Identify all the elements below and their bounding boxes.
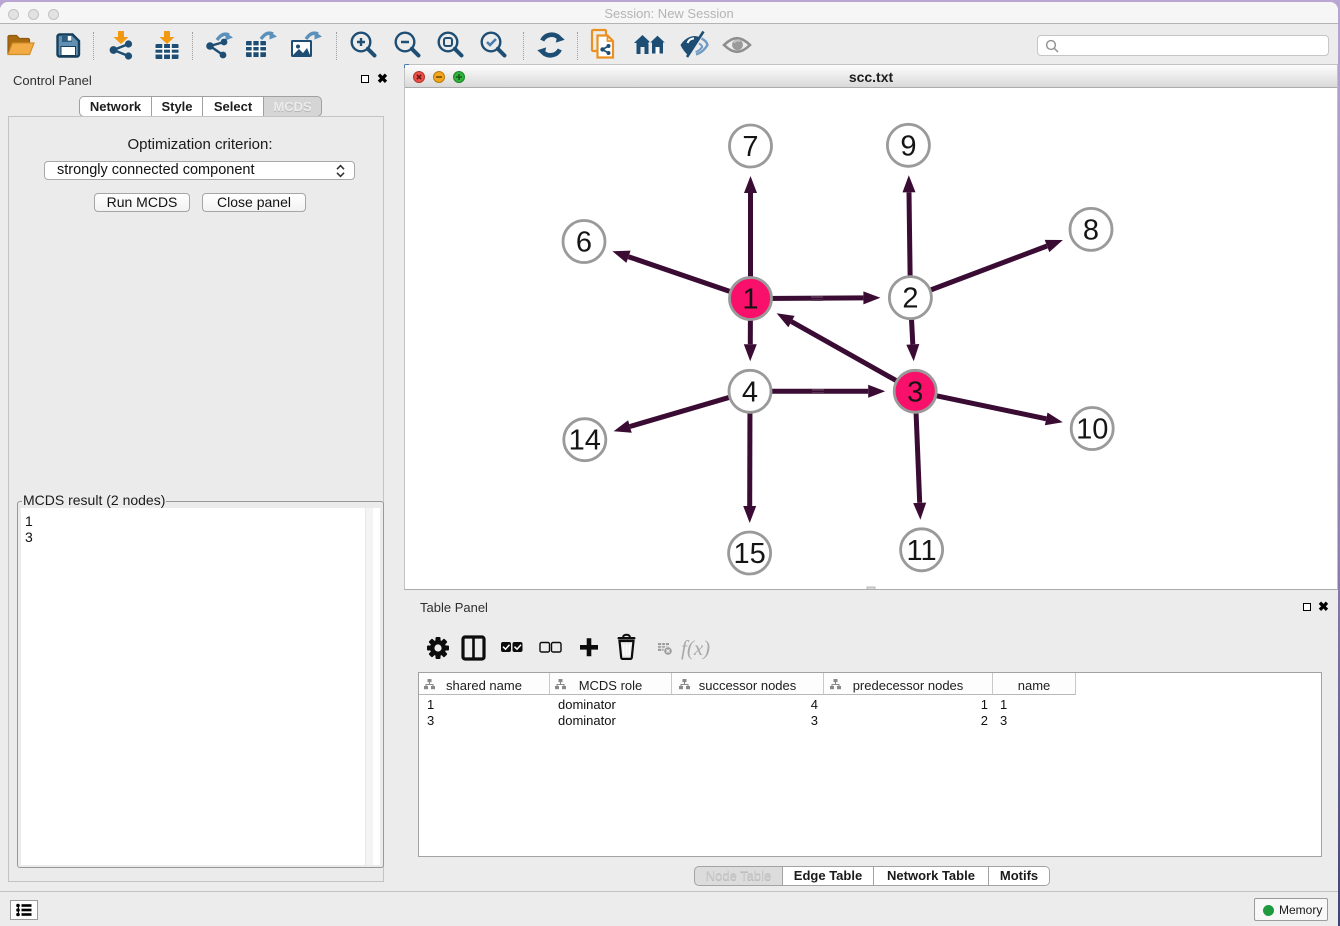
svg-text:8: 8 <box>1083 214 1099 246</box>
svg-text:3: 3 <box>907 376 923 408</box>
svg-text:15: 15 <box>733 538 765 570</box>
svg-text:11: 11 <box>907 535 937 567</box>
svg-text:14: 14 <box>569 425 601 457</box>
svg-text:10: 10 <box>1076 414 1108 446</box>
svg-text:7: 7 <box>742 131 758 163</box>
svg-text:9: 9 <box>900 130 916 162</box>
svg-text:2: 2 <box>902 283 918 315</box>
svg-text:f(x): f(x) <box>681 636 710 660</box>
svg-text:6: 6 <box>576 227 592 259</box>
svg-text:4: 4 <box>742 376 758 408</box>
svg-text:1: 1 <box>742 284 758 316</box>
